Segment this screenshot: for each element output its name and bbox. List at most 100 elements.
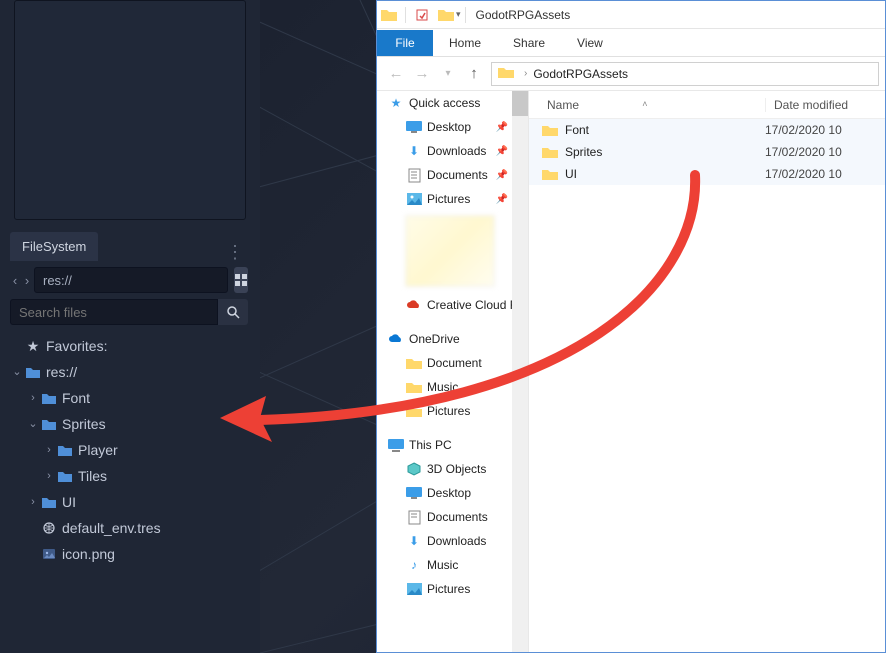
sidebar-documents[interactable]: Documents📌 [377,163,528,187]
properties-icon[interactable] [410,8,434,22]
file-list[interactable]: Name˄ Date modified Font17/02/2020 10Spr… [529,91,885,652]
folder-icon [541,146,559,158]
file-name: Font [565,123,765,137]
sidebar-onedrive[interactable]: OneDrive [377,327,528,351]
sidebar-od-music[interactable]: Music [377,375,528,399]
documents-icon [405,510,423,525]
column-headers: Name˄ Date modified [529,91,885,119]
history-back-button[interactable]: ‹ [10,268,20,292]
file-date: 17/02/2020 10 [765,123,885,137]
sidebar-this-pc[interactable]: This PC [377,433,528,457]
file-date: 17/02/2020 10 [765,145,885,159]
folder-icon [405,405,423,417]
file-name: Sprites [565,145,765,159]
address-row: ← → ▾ ↑ › GodotRPGAssets [377,57,885,91]
new-folder-icon[interactable] [434,8,458,21]
sidebar-downloads[interactable]: ⬇Downloads📌 [377,139,528,163]
search-button[interactable] [218,299,248,325]
nav-recent-button[interactable]: ▾ [435,68,461,79]
folder-icon [40,392,58,404]
path-input[interactable] [34,267,228,293]
sidebar-tp-documents[interactable]: Documents [377,505,528,529]
image-icon [40,547,58,561]
sidebar-tp-music[interactable]: ♪Music [377,553,528,577]
download-icon: ⬇ [405,144,423,158]
address-bar[interactable]: › GodotRPGAssets [491,62,879,86]
onedrive-icon [387,334,405,345]
tree-folder-tiles[interactable]: ›Tiles [10,463,248,489]
column-date[interactable]: Date modified [765,98,885,112]
breadcrumb-item[interactable]: GodotRPGAssets [533,67,628,81]
filesystem-tab[interactable]: FileSystem [10,232,98,261]
history-forward-button[interactable]: › [22,268,32,292]
ribbon: File Home Share View [377,29,885,57]
folder-icon [541,168,559,180]
chevron-right-icon[interactable]: › [524,68,527,79]
folder-icon [56,444,74,456]
desktop-icon [405,121,423,133]
tree-root[interactable]: ⌄res:// [10,359,248,385]
sidebar-od-pictures[interactable]: Pictures [377,399,528,423]
environment-icon [40,521,58,535]
ribbon-file-tab[interactable]: File [377,30,433,56]
search-input[interactable] [10,299,218,325]
file-row[interactable]: UI17/02/2020 10 [529,163,885,185]
sidebar-tp-desktop[interactable]: Desktop [377,481,528,505]
tree-folder-font[interactable]: ›Font [10,385,248,411]
this-pc-icon [387,439,405,452]
pin-icon: 📌 [496,194,508,205]
tree-folder-sprites[interactable]: ⌄Sprites [10,411,248,437]
sidebar-tp-downloads[interactable]: ⬇Downloads [377,529,528,553]
file-row[interactable]: Font17/02/2020 10 [529,119,885,141]
sidebar-creative-cloud[interactable]: Creative Cloud Fil [377,293,528,317]
sidebar-pictures[interactable]: Pictures📌 [377,187,528,211]
file-row[interactable]: Sprites17/02/2020 10 [529,141,885,163]
favorites-header[interactable]: ★Favorites: [10,333,248,359]
sidebar-quick-access[interactable]: ★Quick access [377,91,528,115]
pin-icon: 📌 [496,146,508,157]
sidebar-od-documents[interactable]: Document [377,351,528,375]
titlebar[interactable]: ▾ GodotRPGAssets [377,1,885,29]
pin-icon: 📌 [496,122,508,133]
preview-box [14,0,246,220]
file-name: UI [565,167,765,181]
creative-cloud-icon [405,300,423,311]
panel-menu-icon[interactable]: ⋮ [226,242,242,263]
folder-icon [498,66,514,81]
music-icon: ♪ [405,558,423,572]
tree-file-icon-png[interactable]: icon.png [10,541,248,567]
sidebar-3d-objects[interactable]: 3D Objects [377,457,528,481]
sidebar-tp-pictures[interactable]: Pictures [377,577,528,601]
tree-file-default-env[interactable]: default_env.tres [10,515,248,541]
star-icon: ★ [24,333,42,359]
nav-back-button[interactable]: ← [383,65,409,82]
tree-folder-player[interactable]: ›Player [10,437,248,463]
ribbon-share-tab[interactable]: Share [497,30,561,56]
pictures-icon [405,583,423,595]
window-title: GodotRPGAssets [476,8,571,22]
tree-folder-ui[interactable]: ›UI [10,489,248,515]
folder-icon [405,357,423,369]
folder-icon [405,381,423,393]
sidebar-scrollbar[interactable] [512,91,528,652]
sidebar-desktop[interactable]: Desktop📌 [377,115,528,139]
folder-icon [56,470,74,482]
qa-dropdown-icon[interactable]: ▾ [456,9,461,20]
ribbon-home-tab[interactable]: Home [433,30,497,56]
view-toggle-button[interactable] [234,267,248,293]
folder-icon [24,366,42,378]
nav-up-button[interactable]: ↑ [461,65,487,82]
star-icon: ★ [387,96,405,110]
nav-forward-button[interactable]: → [409,65,435,82]
3d-icon [405,462,423,476]
godot-panel: FileSystem ⋮ ‹ › ★Favorites: ⌄res:// ›Fo… [0,0,260,653]
column-name[interactable]: Name˄ [529,98,765,112]
pictures-icon [405,193,423,205]
ribbon-view-tab[interactable]: View [561,30,619,56]
sort-asc-icon: ˄ [642,99,647,109]
sidebar-thumbnail[interactable] [405,215,495,287]
folder-icon [40,418,58,430]
download-icon: ⬇ [405,534,423,548]
file-tree: ★Favorites: ⌄res:// ›Font ⌄Sprites ›Play… [10,333,248,567]
pin-icon: 📌 [496,170,508,181]
